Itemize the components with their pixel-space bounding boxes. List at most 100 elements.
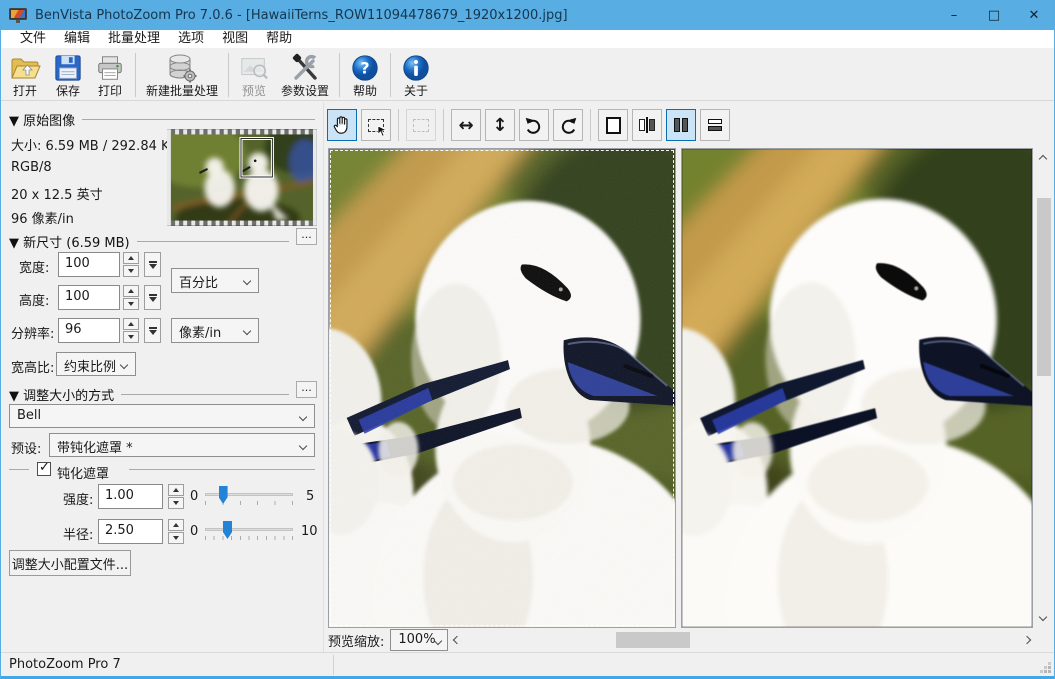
resolution-reset-button[interactable] <box>144 318 161 343</box>
algorithm-combo[interactable]: Bell <box>9 404 315 428</box>
minimize-button[interactable]: – <box>934 0 974 30</box>
flip-vertical-button[interactable]: ↕ <box>485 109 515 141</box>
preview-vertical-scrollbar[interactable] <box>1035 148 1053 628</box>
help-button[interactable]: ? 帮助 <box>344 50 386 100</box>
view-single-button[interactable] <box>598 109 628 141</box>
radius-down-icon[interactable] <box>168 532 184 544</box>
view-side-by-side-button[interactable] <box>666 109 696 141</box>
strength-stepper[interactable] <box>168 484 184 509</box>
scroll-up-icon[interactable] <box>1039 155 1047 163</box>
radius-slider[interactable] <box>205 519 293 544</box>
resize-method-more-button[interactable]: ... <box>296 381 317 398</box>
rotate-right-button[interactable] <box>553 109 583 141</box>
close-button[interactable]: ✕ <box>1014 0 1054 30</box>
preview-area: ↔ ↕ <box>323 102 1054 652</box>
width-reset-button[interactable] <box>144 252 161 277</box>
view-side-by-side-icon <box>674 118 688 132</box>
resize-profiles-button[interactable]: 调整大小配置文件... <box>9 550 131 576</box>
resize-grip[interactable] <box>1048 670 1051 673</box>
new-size-more-button[interactable]: ... <box>296 228 317 245</box>
height-reset-button[interactable] <box>144 285 161 310</box>
hand-icon <box>331 114 353 136</box>
svg-text:?: ? <box>360 59 369 78</box>
title-bar[interactable]: BenVista PhotoZoom Pro 7.0.6 - [HawaiiTe… <box>1 0 1054 30</box>
menu-help[interactable]: 帮助 <box>257 30 301 48</box>
radius-label: 半径: <box>63 524 93 543</box>
size-unit-combo[interactable]: 百分比 <box>171 268 259 293</box>
print-label: 打印 <box>98 84 122 98</box>
resolution-unit-combo[interactable]: 像素/in <box>171 318 259 343</box>
radius-up-icon[interactable] <box>168 519 184 531</box>
new-size-header-label: ▼ 新尺寸 (6.59 MB) <box>9 232 130 251</box>
strength-input[interactable]: 1.00 <box>98 484 163 509</box>
width-input[interactable]: 100 <box>58 252 120 277</box>
open-folder-icon <box>9 52 41 84</box>
preview-pane-resized[interactable] <box>681 148 1033 628</box>
aspect-ratio-label: 宽高比: <box>11 357 54 376</box>
group-rule <box>9 469 29 470</box>
navigator-thumbnail[interactable] <box>167 129 317 226</box>
view-split-button[interactable] <box>632 109 662 141</box>
strength-down-icon[interactable] <box>168 497 184 509</box>
resolution-up-icon[interactable] <box>123 318 139 330</box>
settings-sidebar: ▼ 原始图像 大小: 6.59 MB / 292.84 KB RGB/8 20 … <box>1 102 323 652</box>
unsharp-mask-checkbox[interactable] <box>37 462 51 476</box>
scroll-down-icon[interactable] <box>1039 613 1047 621</box>
resize-method-section-header[interactable]: ▼ 调整大小的方式 <box>9 385 289 404</box>
new-batch-button[interactable]: 新建批量处理 <box>140 50 224 100</box>
view-top-bottom-icon <box>708 119 722 131</box>
resolution-stepper[interactable] <box>123 318 139 343</box>
resolution-down-icon[interactable] <box>123 331 139 343</box>
radius-stepper[interactable] <box>168 519 184 544</box>
menu-edit[interactable]: 编辑 <box>55 30 99 48</box>
width-down-icon[interactable] <box>123 265 139 277</box>
new-size-section-header[interactable]: ▼ 新尺寸 (6.59 MB) <box>9 232 289 251</box>
save-button[interactable]: 保存 <box>47 50 89 100</box>
print-button[interactable]: 打印 <box>89 50 131 100</box>
about-button[interactable]: 关于 <box>395 50 437 100</box>
flip-horizontal-icon: ↔ <box>458 115 473 136</box>
scroll-left-icon[interactable] <box>453 636 461 644</box>
settings-button[interactable]: 参数设置 <box>275 50 335 100</box>
aspect-ratio-combo[interactable]: 约束比例 <box>56 352 136 376</box>
hand-tool-button[interactable] <box>327 109 357 141</box>
height-input[interactable]: 100 <box>58 285 120 310</box>
open-button[interactable]: 打开 <box>3 50 47 100</box>
marquee-tool-button[interactable] <box>361 109 391 141</box>
original-image-section-header[interactable]: ▼ 原始图像 <box>9 110 315 129</box>
width-stepper[interactable] <box>123 252 139 277</box>
chevron-down-icon <box>243 277 251 285</box>
flip-horizontal-button[interactable]: ↔ <box>451 109 481 141</box>
radius-input[interactable]: 2.50 <box>98 519 163 544</box>
horizontal-scroll-thumb[interactable] <box>616 632 690 648</box>
height-up-icon[interactable] <box>123 285 139 297</box>
vertical-scroll-thumb[interactable] <box>1037 198 1051 376</box>
strength-slider[interactable] <box>205 484 293 509</box>
menu-options[interactable]: 选项 <box>169 30 213 48</box>
preview-pane-original[interactable] <box>328 148 676 628</box>
view-top-bottom-button[interactable] <box>700 109 730 141</box>
preset-combo[interactable]: 带钝化遮罩 * <box>49 433 315 457</box>
toolbar-separator <box>339 53 340 97</box>
resolution-input[interactable]: 96 <box>58 318 120 343</box>
resolution-unit-value: 像素/in <box>179 326 221 341</box>
strength-up-icon[interactable] <box>168 484 184 496</box>
app-icon <box>9 8 27 23</box>
preview-zoom-label: 预览缩放: <box>328 631 384 650</box>
printer-icon <box>95 52 125 84</box>
rotate-left-icon <box>524 115 544 135</box>
preview-zoom-combo[interactable]: 100% <box>390 629 448 651</box>
menu-file[interactable]: 文件 <box>11 30 55 48</box>
help-label: 帮助 <box>353 84 377 98</box>
rotate-left-button[interactable] <box>519 109 549 141</box>
preview-zoom-value: 100% <box>398 632 435 647</box>
maximize-button[interactable]: □ <box>974 0 1014 30</box>
menu-batch[interactable]: 批量处理 <box>99 30 169 48</box>
height-stepper[interactable] <box>123 285 139 310</box>
scroll-right-icon[interactable] <box>1023 636 1031 644</box>
menu-view[interactable]: 视图 <box>213 30 257 48</box>
height-down-icon[interactable] <box>123 298 139 310</box>
view-single-icon <box>606 117 621 134</box>
width-up-icon[interactable] <box>123 252 139 264</box>
settings-tools-icon <box>289 52 321 84</box>
